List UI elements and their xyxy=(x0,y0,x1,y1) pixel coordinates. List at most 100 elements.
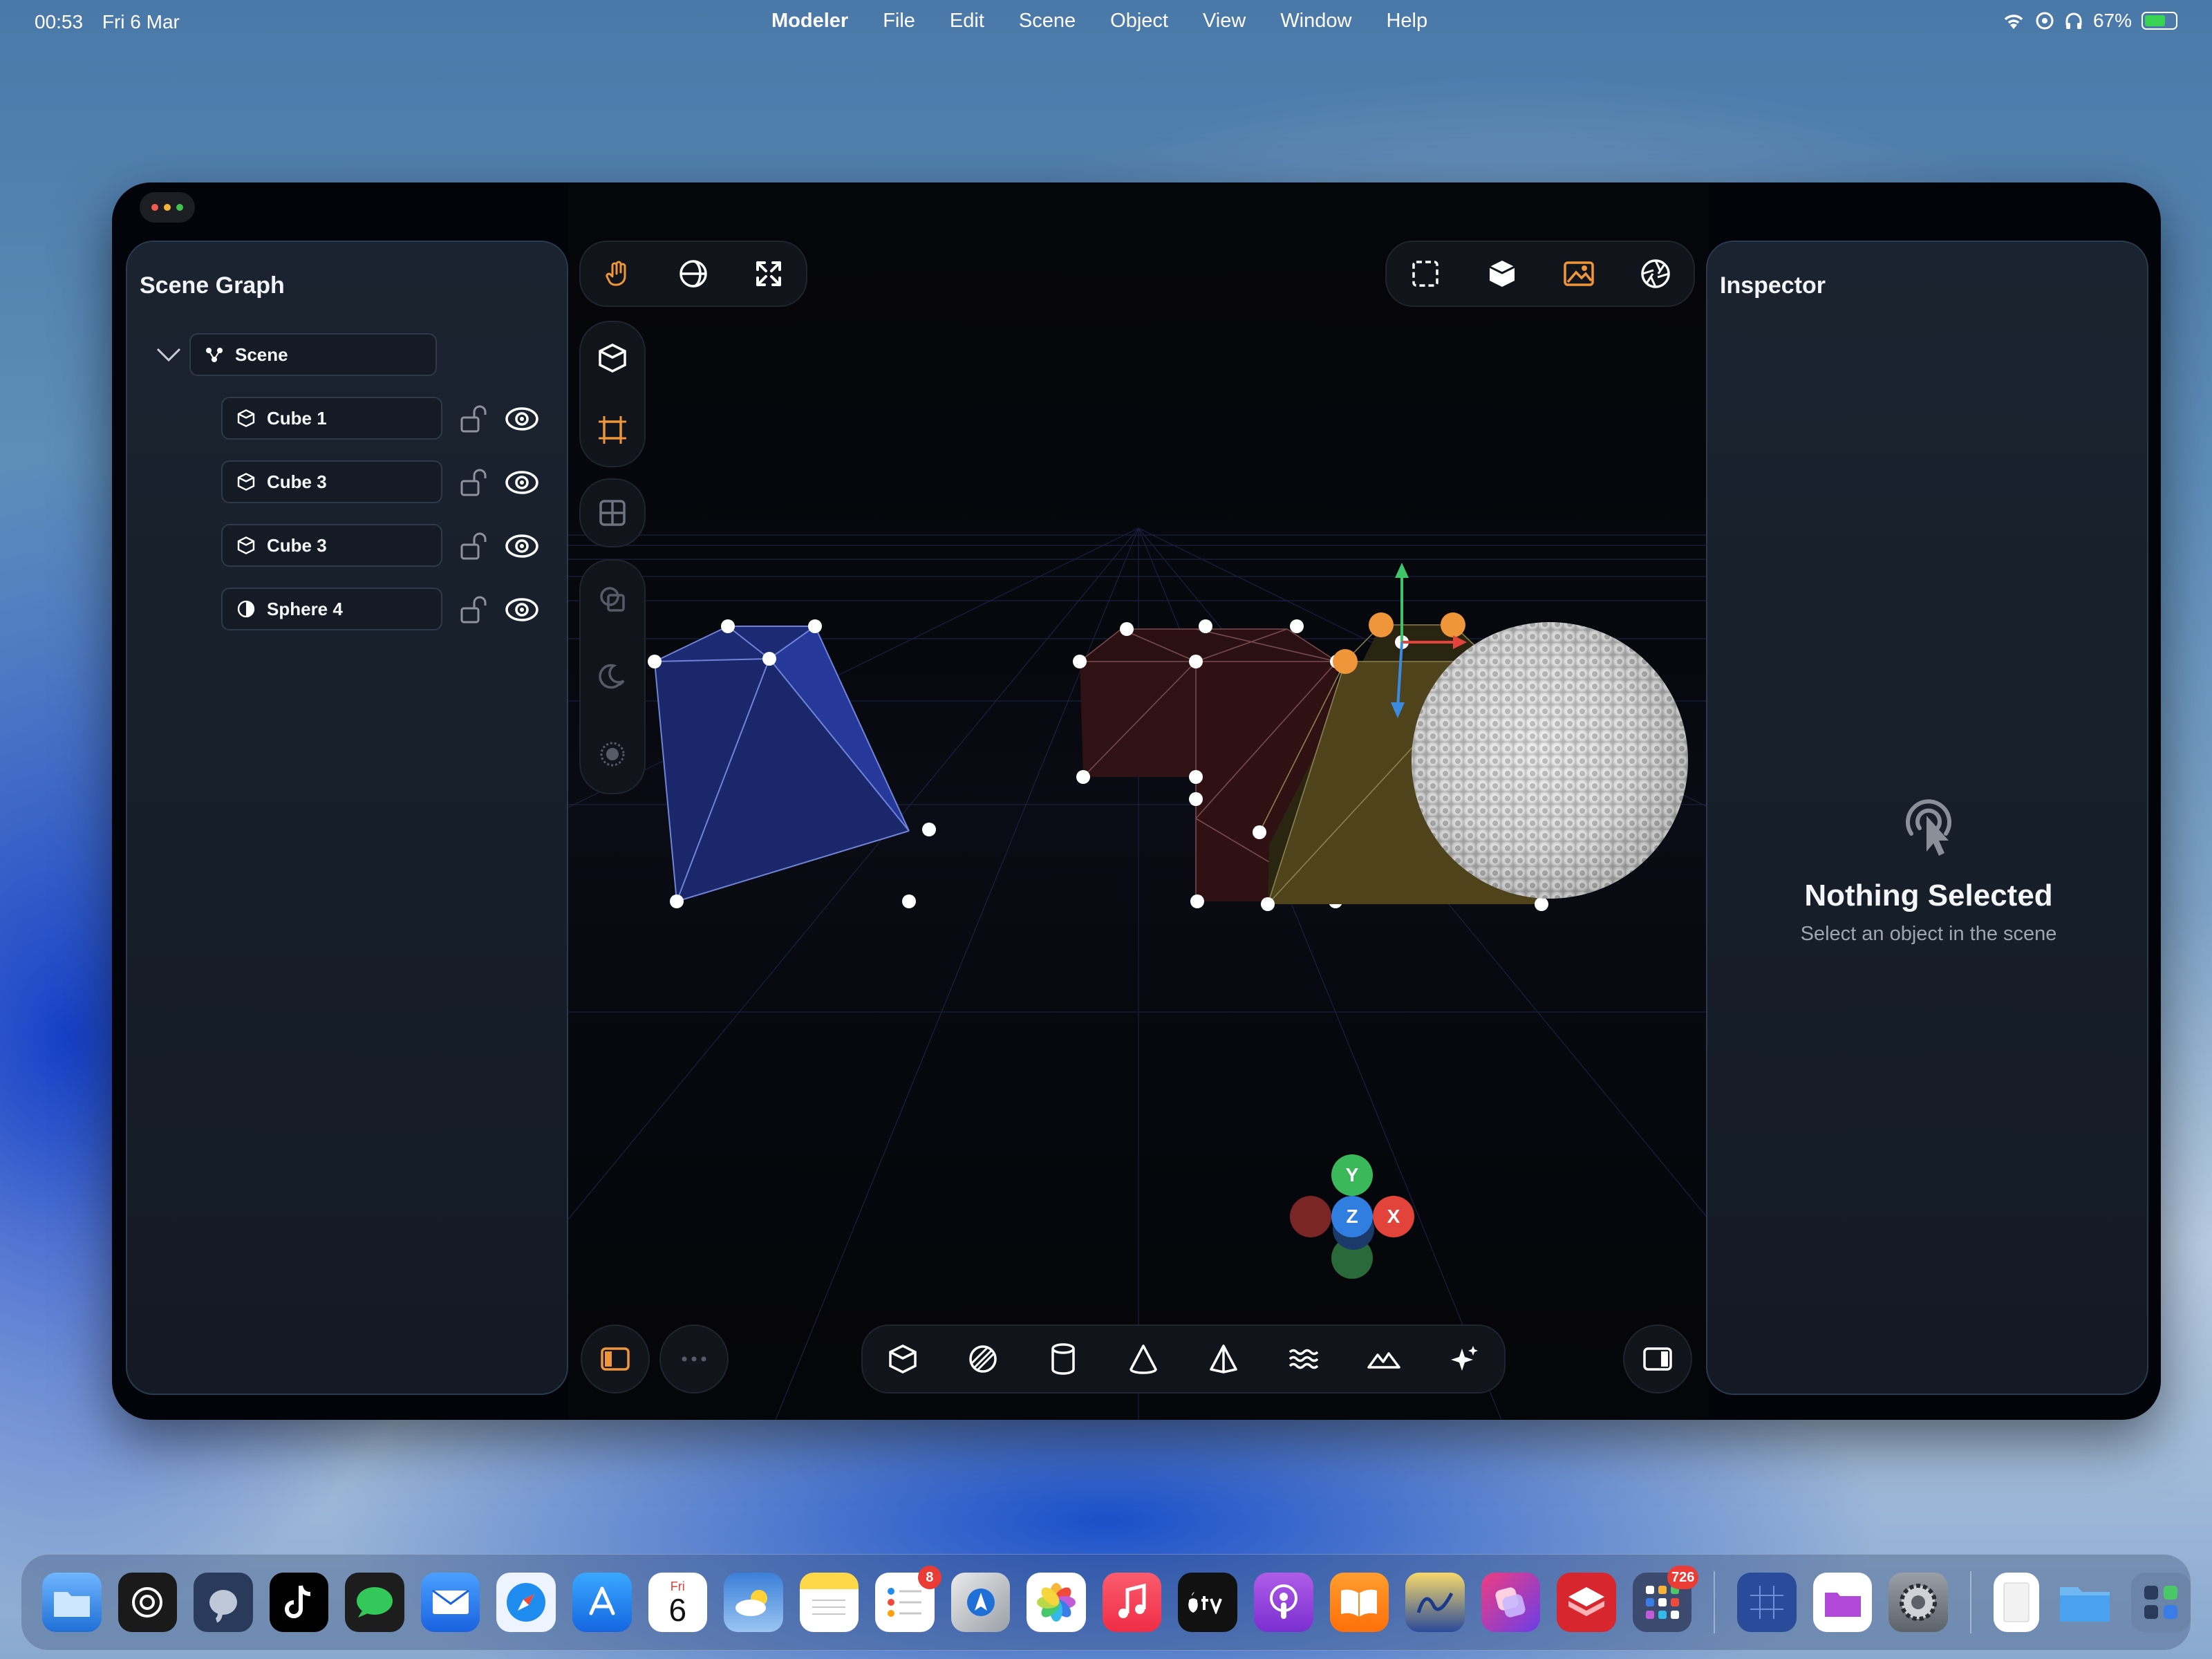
eye-icon[interactable] xyxy=(505,405,539,433)
eye-icon[interactable] xyxy=(505,596,539,624)
close-dot-icon[interactable] xyxy=(151,204,158,211)
chevron-down-icon[interactable] xyxy=(155,341,182,368)
menu-edit[interactable]: Edit xyxy=(950,10,984,32)
tiktok-icon[interactable] xyxy=(269,1573,329,1632)
minimize-dot-icon[interactable] xyxy=(164,204,171,211)
3d-viewport[interactable]: Y X Z xyxy=(568,182,1709,1420)
sidebar-left-icon xyxy=(601,1347,630,1371)
scene-item-label: Cube 3 xyxy=(267,534,327,556)
scene-item-sphere-4[interactable]: Sphere 4 xyxy=(221,588,442,630)
orientation-gizmo[interactable]: Y X Z xyxy=(1287,1136,1425,1279)
shortcuts-icon[interactable] xyxy=(1481,1573,1541,1632)
launchpad-icon[interactable]: 726 xyxy=(1632,1566,1699,1632)
battery-icon[interactable] xyxy=(2141,12,2177,30)
add-cone-button[interactable] xyxy=(1103,1326,1183,1392)
wifi-icon[interactable] xyxy=(2002,11,2025,30)
window-controls[interactable] xyxy=(140,192,195,223)
cube-1-mesh[interactable] xyxy=(648,619,936,908)
podcasts-icon[interactable] xyxy=(1254,1573,1313,1632)
maps-icon[interactable] xyxy=(950,1573,1011,1632)
x-axis-ball[interactable]: X xyxy=(1373,1196,1414,1237)
folder-icon[interactable] xyxy=(2056,1573,2115,1632)
reminders-badge: 8 xyxy=(917,1566,941,1589)
zoom-dot-icon[interactable] xyxy=(176,204,183,211)
add-sphere-button[interactable] xyxy=(943,1326,1023,1392)
scene-item-cube-3[interactable]: Cube 3 xyxy=(221,460,442,503)
ai-generate-button[interactable] xyxy=(1424,1326,1504,1392)
menu-file[interactable]: File xyxy=(883,10,915,32)
pan-tool-button[interactable] xyxy=(581,242,656,306)
scene-item-cube-3b[interactable]: Cube 3 xyxy=(221,524,442,567)
menu-help[interactable]: Help xyxy=(1386,10,1427,32)
sphere-4-mesh[interactable] xyxy=(1412,622,1688,899)
orbit-tool-button[interactable] xyxy=(656,242,731,306)
photos-icon[interactable] xyxy=(1027,1573,1086,1632)
unlock-icon[interactable] xyxy=(458,594,488,625)
transform-mode-button[interactable] xyxy=(581,394,644,466)
blueprint-app-icon[interactable] xyxy=(1737,1573,1797,1632)
scene-root-item[interactable]: Scene xyxy=(189,333,437,376)
focus-icon[interactable] xyxy=(2035,11,2054,30)
neg-x-ball[interactable] xyxy=(1290,1196,1331,1237)
modeler-window: Y X Z Scene Graph Scene Cube 1 Cube 3 Cu… xyxy=(112,182,2161,1420)
shapes-button[interactable] xyxy=(581,561,644,638)
selection-mode-button[interactable] xyxy=(1387,242,1463,306)
eye-icon[interactable] xyxy=(505,469,539,496)
notes-icon[interactable] xyxy=(799,1573,859,1632)
app-store-icon[interactable] xyxy=(572,1573,632,1632)
menu-bar: 00:53 Fri 6 Mar Modeler File Edit Scene … xyxy=(0,0,2212,44)
apple-tv-icon[interactable] xyxy=(1178,1573,1237,1632)
edit-mode-toolbar xyxy=(579,478,646,547)
unlock-icon[interactable] xyxy=(458,531,488,561)
headphones-icon[interactable] xyxy=(2064,11,2083,30)
add-cylinder-button[interactable] xyxy=(1023,1326,1103,1392)
eye-icon[interactable] xyxy=(505,532,539,560)
inspector-empty-state: Nothing Selected Select an object in the… xyxy=(1707,785,2150,946)
z-axis-ball[interactable]: Z xyxy=(1331,1196,1373,1237)
chatgpt-icon[interactable] xyxy=(118,1573,178,1632)
toggle-right-sidebar-button[interactable] xyxy=(1623,1324,1692,1394)
record-button[interactable] xyxy=(581,715,644,793)
finder-icon[interactable] xyxy=(42,1573,102,1632)
add-pyramid-button[interactable] xyxy=(1183,1326,1264,1392)
books-icon[interactable] xyxy=(1329,1573,1389,1632)
calendar-icon[interactable]: Fri 6 xyxy=(648,1573,708,1632)
more-options-button[interactable] xyxy=(659,1324,729,1394)
weather-icon[interactable] xyxy=(724,1573,783,1632)
menu-app-name[interactable]: Modeler xyxy=(771,10,848,32)
unlock-icon[interactable] xyxy=(458,404,488,434)
menu-scene[interactable]: Scene xyxy=(1019,10,1076,32)
textured-mode-button[interactable] xyxy=(1540,242,1617,306)
modeler-app-icon[interactable] xyxy=(1557,1573,1616,1632)
fit-view-button[interactable] xyxy=(731,242,806,306)
messages-icon[interactable] xyxy=(345,1573,404,1632)
add-terrain-button[interactable] xyxy=(1344,1326,1424,1392)
add-wave-surface-button[interactable] xyxy=(1264,1326,1344,1392)
add-cube-button[interactable] xyxy=(863,1326,943,1392)
mail-icon[interactable] xyxy=(420,1573,480,1632)
document-icon[interactable] xyxy=(1994,1573,2039,1632)
menu-view[interactable]: View xyxy=(1203,10,1246,32)
list-item: Cube 3 xyxy=(221,524,442,567)
reminders-icon[interactable]: 8 xyxy=(875,1566,941,1632)
menu-window[interactable]: Window xyxy=(1280,10,1351,32)
safari-icon[interactable] xyxy=(496,1573,556,1632)
elephant-app-icon[interactable] xyxy=(194,1573,253,1632)
freeform-icon[interactable] xyxy=(1405,1573,1465,1632)
sphere-icon xyxy=(969,1345,997,1373)
render-button[interactable] xyxy=(1617,242,1694,306)
purple-folder-app-icon[interactable] xyxy=(1812,1573,1873,1632)
grid-button[interactable] xyxy=(581,480,644,546)
object-mode-button[interactable] xyxy=(581,322,644,394)
scene-item-cube-1[interactable]: Cube 1 xyxy=(221,397,442,440)
cube-icon xyxy=(889,1344,917,1374)
menu-object[interactable]: Object xyxy=(1110,10,1168,32)
app-library-icon[interactable] xyxy=(2131,1573,2191,1632)
system-settings-icon[interactable] xyxy=(1888,1573,1949,1632)
lighting-button[interactable] xyxy=(581,638,644,715)
music-icon[interactable] xyxy=(1102,1573,1162,1632)
unlock-icon[interactable] xyxy=(458,467,488,498)
y-axis-ball[interactable]: Y xyxy=(1331,1154,1373,1196)
toggle-left-sidebar-button[interactable] xyxy=(581,1324,650,1394)
solid-mode-button[interactable] xyxy=(1463,242,1540,306)
